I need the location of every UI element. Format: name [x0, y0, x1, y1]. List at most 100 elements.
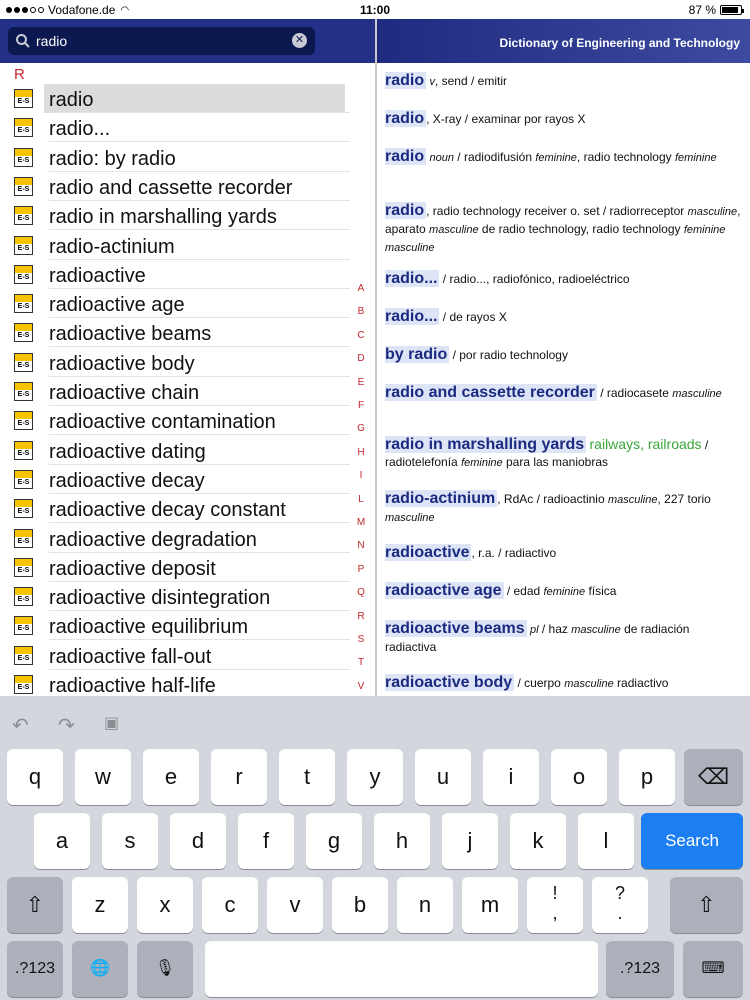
- key-y[interactable]: y: [347, 749, 403, 805]
- redo-icon[interactable]: ↷: [58, 713, 82, 737]
- index-letter-a[interactable]: A: [355, 283, 367, 294]
- key-a[interactable]: a: [34, 813, 90, 869]
- list-item[interactable]: E-S radioactive fall-out: [0, 641, 350, 670]
- dictionary-entry[interactable]: radio in marshalling yards railways, rai…: [385, 436, 741, 472]
- key-n[interactable]: n: [397, 877, 453, 933]
- dictionary-entry[interactable]: radio v, send / emitir: [385, 72, 741, 91]
- paste-icon[interactable]: ▣: [104, 713, 128, 733]
- key-g[interactable]: g: [306, 813, 362, 869]
- icon-label: E-S: [17, 537, 30, 545]
- list-item-label: radioactive dating: [49, 440, 206, 463]
- key-v[interactable]: v: [267, 877, 323, 933]
- dictionary-entry[interactable]: radio... / radio..., radiofónico, radioe…: [385, 270, 741, 288]
- list-item[interactable]: E-S radioactive degradation: [0, 524, 350, 553]
- list-item[interactable]: E-S radio and cassette recorder: [0, 172, 350, 201]
- key-j[interactable]: j: [442, 813, 498, 869]
- list-item[interactable]: E-S radioactive age: [0, 289, 350, 319]
- key-c[interactable]: c: [202, 877, 258, 933]
- key-x[interactable]: x: [137, 877, 193, 933]
- key-m[interactable]: m: [462, 877, 518, 933]
- list-item[interactable]: E-S radioactive beams: [0, 318, 350, 348]
- index-letter-e[interactable]: E: [355, 377, 367, 388]
- shift-key-left[interactable]: ⇧: [7, 877, 63, 933]
- key-e[interactable]: e: [143, 749, 199, 805]
- list-item[interactable]: E-S radioactive: [0, 260, 350, 289]
- key-o[interactable]: o: [551, 749, 607, 805]
- index-letter-t[interactable]: T: [355, 657, 367, 668]
- undo-icon[interactable]: ↶: [12, 713, 36, 737]
- key-p[interactable]: p: [619, 749, 675, 805]
- key-r[interactable]: r: [211, 749, 267, 805]
- key-k[interactable]: k: [510, 813, 566, 869]
- shift-key-right[interactable]: ⇧: [670, 877, 743, 933]
- key-b[interactable]: b: [332, 877, 388, 933]
- index-letter-r[interactable]: R: [355, 611, 367, 622]
- index-letter-d[interactable]: D: [355, 353, 367, 364]
- key-s[interactable]: s: [102, 813, 158, 869]
- dictionary-entry[interactable]: radio noun / radiodifusión feminine, rad…: [385, 148, 741, 167]
- list-item[interactable]: E-S radioactive equilibrium: [0, 611, 350, 641]
- list-item[interactable]: E-S radioactive body: [0, 348, 350, 377]
- list-item[interactable]: E-S radioactive half-life: [0, 670, 350, 695]
- list-item[interactable]: E-S radioactive deposit: [0, 553, 350, 582]
- index-letter-c[interactable]: C: [355, 330, 367, 341]
- key-i[interactable]: i: [483, 749, 539, 805]
- space-key[interactable]: [205, 941, 598, 997]
- dictionary-entry[interactable]: radioactive beams pl / haz masculine de …: [385, 620, 741, 656]
- key-w[interactable]: w: [75, 749, 131, 805]
- dictionary-entry[interactable]: radioactive age / edad feminine física: [385, 582, 741, 601]
- numbers-key-left[interactable]: .?123: [7, 941, 63, 997]
- list-item[interactable]: E-S radioactive chain: [0, 377, 350, 406]
- list-item[interactable]: E-S radioactive disintegration: [0, 582, 350, 612]
- index-letter-s[interactable]: S: [355, 634, 367, 645]
- key-z[interactable]: z: [72, 877, 128, 933]
- search-input[interactable]: radio: [36, 33, 67, 49]
- list-item[interactable]: E-S radioactive decay constant: [0, 494, 350, 524]
- key-h[interactable]: h: [374, 813, 430, 869]
- index-letter-v[interactable]: V: [355, 681, 367, 692]
- key-question[interactable]: ?.: [592, 877, 648, 933]
- dictionary-entry[interactable]: radioactive body / cuerpo masculine radi…: [385, 674, 741, 693]
- list-item[interactable]: E-S radio-actinium: [0, 231, 350, 260]
- hide-keyboard-key[interactable]: ⌨: [683, 941, 743, 997]
- dictionary-entry[interactable]: radio, radio technology receiver o. set …: [385, 202, 741, 257]
- index-letter-n[interactable]: N: [355, 540, 367, 551]
- key-q[interactable]: q: [7, 749, 63, 805]
- key-l[interactable]: l: [578, 813, 634, 869]
- dictionary-entry[interactable]: radio, X-ray / examinar por rayos X: [385, 110, 741, 128]
- backspace-key[interactable]: ⌫: [684, 749, 743, 805]
- list-item[interactable]: E-S radioactive dating: [0, 436, 350, 465]
- index-letter-p[interactable]: P: [355, 564, 367, 575]
- key-t[interactable]: t: [279, 749, 335, 805]
- dictionary-entry[interactable]: radio... / de rayos X: [385, 308, 741, 326]
- clear-search-icon[interactable]: ✕: [292, 33, 307, 48]
- numbers-key-right[interactable]: .?123: [606, 941, 674, 997]
- dictionary-entry[interactable]: radio-actinium, RdAc / radioactinio masc…: [385, 490, 741, 527]
- key-d[interactable]: d: [170, 813, 226, 869]
- key-u[interactable]: u: [415, 749, 471, 805]
- index-letter-l[interactable]: L: [355, 494, 367, 505]
- list-item-label: radioactive decay: [49, 469, 205, 492]
- search-key[interactable]: Search: [641, 813, 743, 869]
- dictionary-entry[interactable]: radioactive, r.a. / radiactivo: [385, 544, 741, 562]
- list-item[interactable]: E-S radio...: [0, 113, 350, 143]
- index-letter-m[interactable]: M: [355, 517, 367, 528]
- globe-key[interactable]: 🌐: [72, 941, 128, 997]
- key-exclamation[interactable]: !,: [527, 877, 583, 933]
- search-field[interactable]: radio ✕: [8, 27, 315, 55]
- list-item[interactable]: E-S radio: by radio: [0, 143, 350, 172]
- dictionary-entry[interactable]: radio and cassette recorder / radiocaset…: [385, 384, 741, 403]
- index-letter-h[interactable]: H: [355, 447, 367, 458]
- index-letter-f[interactable]: F: [355, 400, 367, 411]
- index-letter-g[interactable]: G: [355, 423, 367, 434]
- key-f[interactable]: f: [238, 813, 294, 869]
- microphone-key[interactable]: 🎙: [137, 941, 193, 997]
- list-item[interactable]: E-S radio: [0, 84, 350, 113]
- index-letter-i[interactable]: I: [355, 470, 367, 481]
- index-letter-q[interactable]: Q: [355, 587, 367, 598]
- list-item[interactable]: E-S radioactive decay: [0, 465, 350, 494]
- list-item[interactable]: E-S radioactive contamination: [0, 406, 350, 436]
- index-letter-b[interactable]: B: [355, 306, 367, 317]
- dictionary-entry[interactable]: by radio / por radio technology: [385, 346, 741, 364]
- list-item[interactable]: E-S radio in marshalling yards: [0, 201, 350, 231]
